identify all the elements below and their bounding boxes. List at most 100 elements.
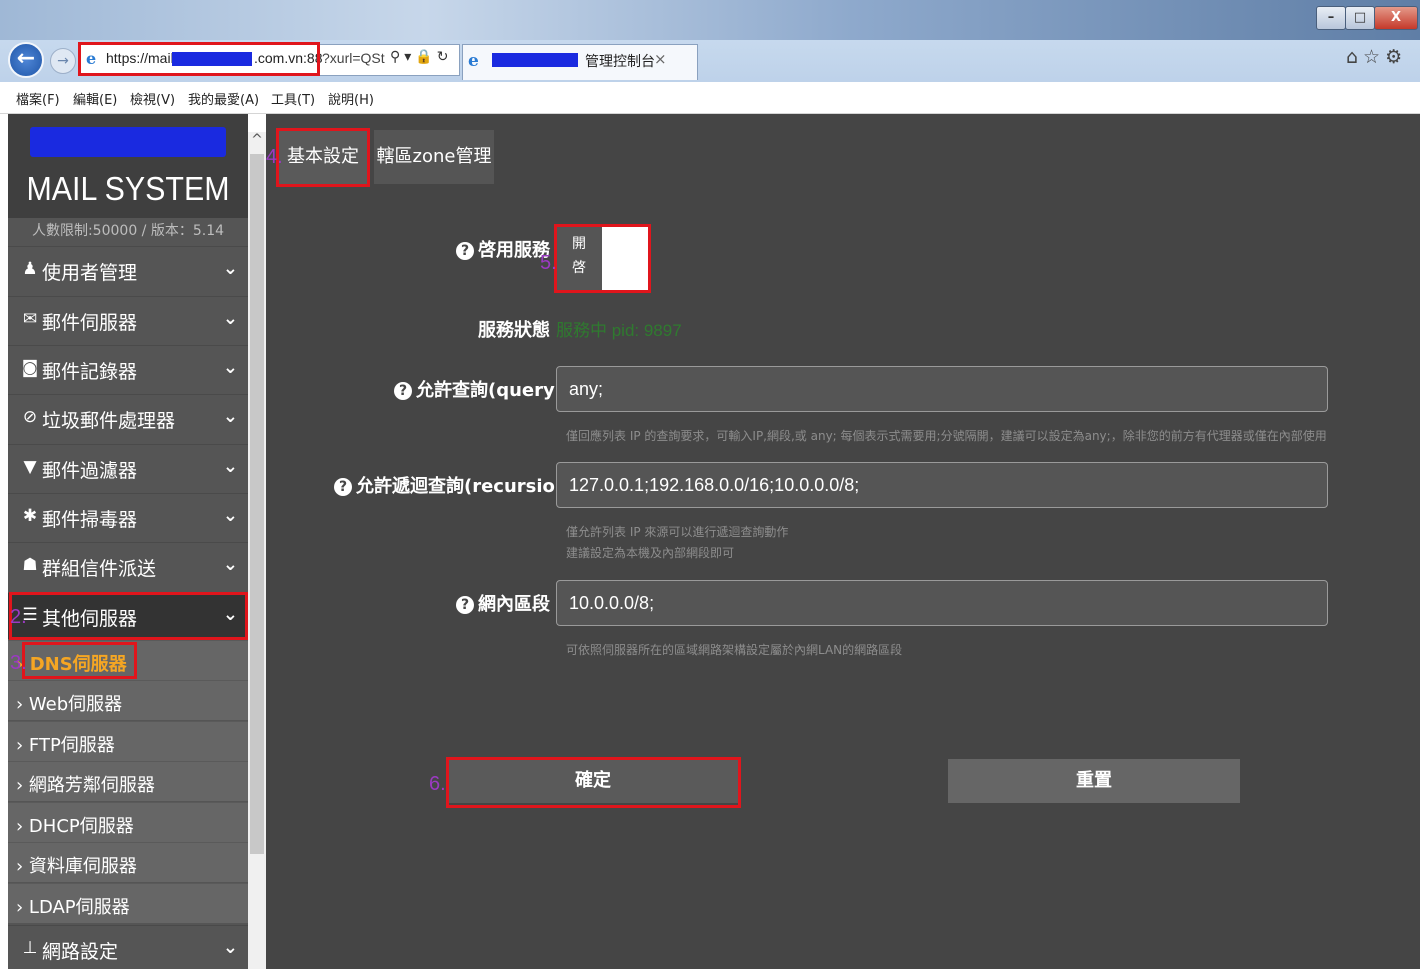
allow-recursion-input[interactable]: 127.0.0.1;192.168.0.0/16;10.0.0.0/8; bbox=[556, 462, 1328, 508]
sidebar-subitem-label: › 資料庫伺服器 bbox=[16, 856, 137, 877]
sidebar-item-label: 郵件掃毒器 bbox=[42, 509, 138, 531]
toggle-text-2: 啓 bbox=[572, 260, 586, 276]
allow-query-text: 允許查詢(query) bbox=[416, 380, 563, 401]
sidebar-subitem-text: 網路芳鄰伺服器 bbox=[28, 775, 155, 796]
sidebar-subitem-label: › DNS伺服器 bbox=[16, 654, 127, 675]
menu-view[interactable]: 檢視(V) bbox=[130, 89, 175, 108]
sidebar-subitem-text: DHCP伺服器 bbox=[28, 816, 134, 837]
chevron-down-icon: ⌄ bbox=[222, 937, 238, 958]
menu-file[interactable]: 檔案(F) bbox=[16, 89, 60, 108]
envelope-icon: ✉ bbox=[22, 309, 38, 329]
sidebar-subitem-text: Web伺服器 bbox=[28, 694, 123, 715]
tab-ie-icon: e bbox=[468, 51, 479, 71]
bug-icon: ✱ bbox=[22, 506, 38, 526]
confirm-button[interactable]: 確定 bbox=[448, 759, 738, 803]
menu-tools[interactable]: 工具(T) bbox=[271, 89, 315, 108]
tab-title: 管理控制台 bbox=[585, 54, 655, 70]
sidebar-subitem-samba[interactable]: › 網路芳鄰伺服器 bbox=[8, 761, 248, 801]
logo-redaction bbox=[30, 127, 226, 157]
step-label-2: 2. bbox=[10, 606, 27, 628]
menu-edit[interactable]: 編輯(E) bbox=[73, 89, 117, 108]
scrollbar-thumb[interactable] bbox=[250, 154, 264, 854]
sidebar-item-filter[interactable]: ▼ 郵件過濾器 ⌄ bbox=[8, 444, 248, 491]
chevron-down-icon: ⌄ bbox=[222, 554, 238, 575]
tab-title-redaction bbox=[492, 53, 578, 67]
sidebar-subitem-text: 資料庫伺服器 bbox=[28, 856, 137, 877]
tab-close-icon[interactable]: × bbox=[654, 50, 667, 68]
sidebar-item-label: 垃圾郵件處理器 bbox=[42, 410, 176, 432]
url-prefix: https://mail. bbox=[106, 50, 178, 66]
allow-recursion-label: ? 允許遞迴查詢(recursion) bbox=[334, 472, 576, 498]
sidebar-item-label: 使用者管理 bbox=[42, 262, 138, 284]
version-info: 人數限制:50000 / 版本：5.14 bbox=[31, 223, 225, 239]
back-arrow-icon[interactable]: ← bbox=[8, 42, 44, 78]
forward-arrow-icon[interactable]: → bbox=[50, 48, 76, 74]
toggle-knob[interactable]: 開 啓 bbox=[556, 226, 602, 290]
reset-button[interactable]: 重置 bbox=[948, 759, 1240, 803]
toggle-text-1: 開 bbox=[572, 236, 586, 252]
question-icon[interactable]: ? bbox=[456, 596, 474, 614]
user-icon: ♟ bbox=[22, 259, 38, 279]
question-icon[interactable]: ? bbox=[456, 242, 474, 260]
url-redaction bbox=[172, 52, 252, 66]
service-status-label: 服務狀態 bbox=[478, 320, 550, 341]
url-query: ?xurl=QSt bbox=[322, 50, 385, 66]
tab-basic-settings[interactable]: 基本設定 bbox=[278, 130, 368, 184]
browser-tool-icons[interactable]: ⌂☆⚙ bbox=[1346, 46, 1407, 68]
sidebar-item-group-mail[interactable]: ☗ 群組信件派送 ⌄ bbox=[8, 542, 248, 589]
sidebar-item-mail-logger[interactable]: ◙ 郵件記錄器 ⌄ bbox=[8, 345, 248, 392]
chevron-down-icon: ⌄ bbox=[222, 456, 238, 477]
sidebar-subitem-dhcp[interactable]: › DHCP伺服器 bbox=[8, 802, 248, 842]
sidebar-subitem-database[interactable]: › 資料庫伺服器 bbox=[8, 842, 248, 882]
sidebar-subitem-web[interactable]: › Web伺服器 bbox=[8, 680, 248, 720]
sidebar-item-users[interactable]: ♟ 使用者管理 ⌄ bbox=[8, 246, 248, 293]
title-bar bbox=[0, 0, 1420, 40]
allow-query-help: 僅回應列表 IP 的查詢要求，可輸入IP,網段,或 any; 每個表示式需要用;… bbox=[566, 429, 1327, 443]
scroll-up-icon[interactable]: ^ bbox=[248, 132, 266, 152]
lan-segment-input[interactable]: 10.0.0.0/8; bbox=[556, 580, 1328, 626]
sidebar-item-spam[interactable]: ⊘ 垃圾郵件處理器 ⌄ bbox=[8, 394, 248, 441]
allow-query-label: ? 允許查詢(query) bbox=[394, 376, 563, 402]
main-panel bbox=[266, 114, 1420, 969]
sidebar-item-mail-server[interactable]: ✉ 郵件伺服器 ⌄ bbox=[8, 296, 248, 343]
sidebar-item-network[interactable]: ⊥ 網路設定 ⌄ bbox=[8, 925, 248, 969]
maximize-button[interactable]: □ bbox=[1345, 6, 1375, 30]
logo-text: MAIL SYSTEM bbox=[26, 170, 230, 207]
chevron-down-icon: ⌄ bbox=[222, 406, 238, 427]
sidebar-item-other-servers[interactable]: ☰ 其他伺服器 ⌄ bbox=[8, 592, 248, 639]
sidebar-subitem-label: › 網路芳鄰伺服器 bbox=[16, 775, 155, 796]
users-icon: ☗ bbox=[22, 555, 38, 575]
lan-segment-text: 網內區段 bbox=[478, 594, 550, 615]
sidebar-subitem-dns[interactable]: › DNS伺服器 bbox=[8, 640, 248, 680]
sitemap-icon: ⊥ bbox=[22, 938, 38, 958]
step-label-3: 3. bbox=[10, 652, 27, 674]
camera-icon: ◙ bbox=[21, 358, 39, 378]
minimize-button[interactable]: – bbox=[1316, 6, 1346, 30]
sidebar-subitem-text: DNS伺服器 bbox=[29, 654, 127, 675]
tab-zone-management[interactable]: 轄區zone管理 bbox=[374, 130, 494, 184]
chevron-down-icon: ⌄ bbox=[222, 604, 238, 625]
sidebar-subitem-ldap[interactable]: › LDAP伺服器 bbox=[8, 883, 248, 923]
question-icon[interactable]: ? bbox=[334, 478, 352, 496]
sidebar-item-label: 郵件過濾器 bbox=[42, 460, 138, 482]
menu-help[interactable]: 說明(H) bbox=[328, 89, 374, 108]
allow-query-input[interactable]: any; bbox=[556, 366, 1328, 412]
menu-favorites[interactable]: 我的最愛(A) bbox=[188, 89, 259, 108]
step-label-6: 6. bbox=[429, 773, 446, 795]
sidebar-subitem-text: LDAP伺服器 bbox=[28, 897, 130, 918]
allow-recursion-text: 允許遞迴查詢(recursion) bbox=[356, 476, 576, 497]
address-bar-icons[interactable]: ⚲▾🔒↻ bbox=[390, 49, 452, 65]
close-window-button[interactable]: X bbox=[1374, 6, 1418, 30]
chevron-down-icon: ⌄ bbox=[222, 505, 238, 526]
sidebar-subitem-text: FTP伺服器 bbox=[28, 735, 115, 756]
step-label-4: 4. bbox=[266, 146, 283, 168]
allow-recursion-help-1: 僅允許列表 IP 來源可以進行遞迴查詢動作 bbox=[566, 525, 789, 539]
step-label-5: 5. bbox=[540, 252, 557, 274]
question-icon[interactable]: ? bbox=[394, 382, 412, 400]
chevron-down-icon: ⌄ bbox=[222, 357, 238, 378]
sidebar-item-antivirus[interactable]: ✱ 郵件掃毒器 ⌄ bbox=[8, 493, 248, 540]
sidebar-item-label: 群組信件派送 bbox=[42, 558, 157, 580]
sidebar-subitem-ftp[interactable]: › FTP伺服器 bbox=[8, 721, 248, 761]
url-domain: .com.vn:88 bbox=[254, 50, 323, 66]
sidebar-subitem-label: › DHCP伺服器 bbox=[16, 816, 134, 837]
